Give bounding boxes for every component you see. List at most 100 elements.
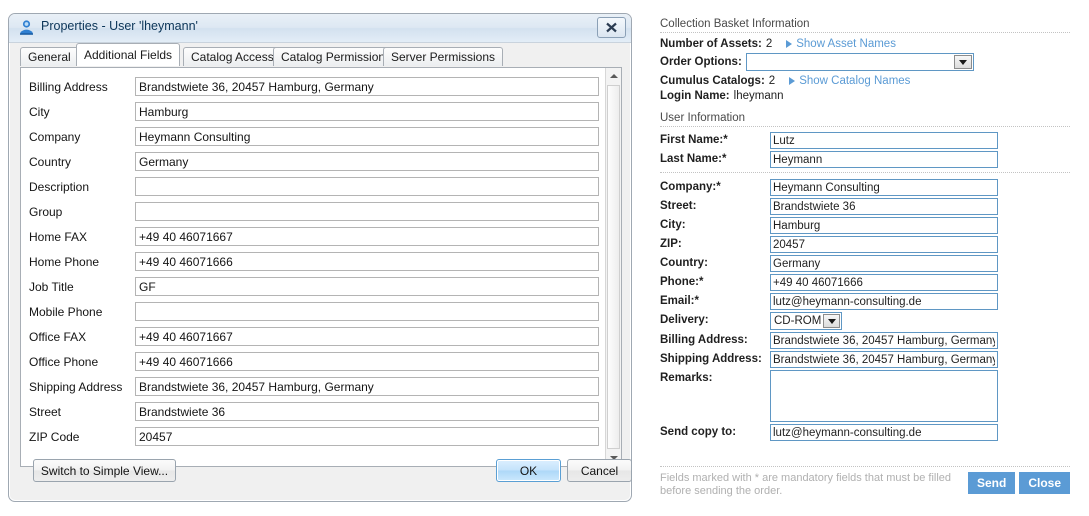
field-input-office-phone[interactable] bbox=[135, 352, 599, 371]
show-catalog-names-label: Show Catalog Names bbox=[799, 75, 911, 87]
field-input-group[interactable] bbox=[135, 202, 599, 221]
form-input-shipping-address[interactable] bbox=[770, 351, 998, 368]
collection-basket-title: Collection Basket Information bbox=[660, 18, 810, 30]
form-input-remarks[interactable] bbox=[770, 370, 998, 422]
form-footer: Fields marked with * are mandatory field… bbox=[660, 466, 1070, 498]
number-of-assets-row: Number of Assets: 2 Show Asset Names bbox=[660, 38, 1070, 50]
close-icon[interactable] bbox=[597, 17, 626, 38]
form-input-zip[interactable] bbox=[770, 236, 998, 253]
field-row-zip-code: ZIP Code bbox=[29, 424, 605, 449]
field-label-billing-address: Billing Address bbox=[29, 79, 108, 94]
triangle-right-icon bbox=[786, 39, 793, 48]
field-label-home-phone: Home Phone bbox=[29, 254, 100, 269]
ok-button[interactable]: OK bbox=[496, 459, 561, 482]
close-button[interactable]: Close bbox=[1019, 472, 1070, 494]
field-input-billing-address[interactable] bbox=[135, 77, 599, 96]
field-label-office-fax: Office FAX bbox=[29, 329, 87, 344]
form-row-zip: ZIP: bbox=[660, 236, 1070, 253]
form-input-send-copy-to[interactable] bbox=[770, 424, 998, 441]
tab-general[interactable]: General bbox=[20, 47, 79, 66]
user-information-title: User Information bbox=[660, 112, 746, 124]
field-label-job-title: Job Title bbox=[29, 279, 74, 294]
field-label-country: Country bbox=[29, 154, 72, 169]
login-name-label: Login Name: bbox=[660, 90, 730, 102]
form-label-first-name: First Name:* bbox=[660, 134, 728, 146]
form-label-company: Company:* bbox=[660, 181, 721, 193]
field-row-description: Description bbox=[29, 174, 605, 199]
form-label-email: Email:* bbox=[660, 295, 699, 307]
form-label-city: City: bbox=[660, 219, 686, 231]
field-input-shipping-address[interactable] bbox=[135, 377, 599, 396]
form-input-email[interactable] bbox=[770, 293, 998, 310]
tab-additional-fields[interactable]: Additional Fields bbox=[76, 43, 181, 66]
field-row-home-fax: Home FAX bbox=[29, 224, 605, 249]
cancel-button[interactable]: Cancel bbox=[567, 459, 632, 482]
dialog-scrollbar[interactable] bbox=[605, 68, 621, 466]
form-row-last-name: Last Name:* bbox=[660, 151, 1070, 168]
tab-catalog-access[interactable]: Catalog Access bbox=[183, 47, 282, 66]
field-input-country[interactable] bbox=[135, 152, 599, 171]
number-of-assets-value: 2 bbox=[765, 38, 773, 50]
field-row-home-phone: Home Phone bbox=[29, 249, 605, 274]
cumulus-catalogs-row: Cumulus Catalogs: 2 Show Catalog Names bbox=[660, 75, 1070, 87]
order-options-label: Order Options: bbox=[660, 56, 742, 68]
field-input-home-fax[interactable] bbox=[135, 227, 599, 246]
field-label-mobile-phone: Mobile Phone bbox=[29, 304, 103, 319]
field-input-mobile-phone[interactable] bbox=[135, 302, 599, 321]
field-input-home-phone[interactable] bbox=[135, 252, 599, 271]
field-row-shipping-address: Shipping Address bbox=[29, 374, 605, 399]
form-input-last-name[interactable] bbox=[770, 151, 998, 168]
order-form-panel: Collection Basket Information Number of … bbox=[660, 18, 1070, 498]
form-label-shipping-address: Shipping Address: bbox=[660, 353, 762, 365]
field-input-job-title[interactable] bbox=[135, 277, 599, 296]
switch-to-simple-view-button[interactable]: Switch to Simple View... bbox=[33, 459, 176, 482]
form-row-billing-address: Billing Address: bbox=[660, 332, 1070, 349]
form-input-phone[interactable] bbox=[770, 274, 998, 291]
send-button[interactable]: Send bbox=[967, 472, 1016, 494]
order-options-select[interactable] bbox=[745, 53, 974, 71]
field-label-zip-code: ZIP Code bbox=[29, 429, 80, 444]
tab-server-permissions[interactable]: Server Permissions bbox=[383, 47, 504, 66]
divider bbox=[660, 126, 1070, 127]
form-row-country: Country: bbox=[660, 255, 1070, 272]
field-label-shipping-address: Shipping Address bbox=[29, 379, 123, 394]
field-input-city[interactable] bbox=[135, 102, 599, 121]
delivery-value: CD-ROM bbox=[774, 315, 822, 327]
field-row-city: City bbox=[29, 99, 605, 124]
field-label-street: Street bbox=[29, 404, 62, 419]
field-row-mobile-phone: Mobile Phone bbox=[29, 299, 605, 324]
dialog-titlebar: Properties - User 'lheymann' bbox=[9, 14, 631, 43]
field-row-street: Street bbox=[29, 399, 605, 424]
chevron-down-icon[interactable] bbox=[823, 314, 840, 328]
additional-fields-list: Billing Address City Company Country Des… bbox=[21, 68, 605, 466]
form-input-city[interactable] bbox=[770, 217, 998, 234]
form-row-shipping-address: Shipping Address: bbox=[660, 351, 1070, 368]
chevron-down-icon[interactable] bbox=[953, 55, 972, 69]
scrollbar-thumb[interactable] bbox=[607, 85, 620, 449]
show-asset-names-link[interactable]: Show Asset Names bbox=[786, 38, 896, 50]
tab-catalog-permissions[interactable]: Catalog Permissions bbox=[273, 47, 400, 66]
show-catalog-names-link[interactable]: Show Catalog Names bbox=[789, 75, 910, 87]
form-input-street[interactable] bbox=[770, 198, 998, 215]
order-options-row: Order Options: bbox=[660, 53, 1070, 71]
field-label-company: Company bbox=[29, 129, 81, 144]
form-input-company[interactable] bbox=[770, 179, 998, 196]
screen: Properties - User 'lheymann' General Add… bbox=[0, 0, 1089, 516]
form-row-email: Email:* bbox=[660, 293, 1070, 310]
form-input-billing-address[interactable] bbox=[770, 332, 998, 349]
form-row-city: City: bbox=[660, 217, 1070, 234]
form-row-street: Street: bbox=[660, 198, 1070, 215]
field-row-company: Company bbox=[29, 124, 605, 149]
field-input-street[interactable] bbox=[135, 402, 599, 421]
delivery-select[interactable]: CD-ROM bbox=[770, 312, 842, 330]
field-input-description[interactable] bbox=[135, 177, 599, 196]
chevron-up-icon[interactable] bbox=[606, 68, 621, 84]
form-row-delivery: Delivery: CD-ROM bbox=[660, 312, 1070, 330]
field-input-zip-code[interactable] bbox=[135, 427, 599, 446]
form-input-country[interactable] bbox=[770, 255, 998, 272]
form-input-first-name[interactable] bbox=[770, 132, 998, 149]
field-input-company[interactable] bbox=[135, 127, 599, 146]
form-label-send-copy-to: Send copy to: bbox=[660, 426, 737, 438]
field-row-group: Group bbox=[29, 199, 605, 224]
field-input-office-fax[interactable] bbox=[135, 327, 599, 346]
